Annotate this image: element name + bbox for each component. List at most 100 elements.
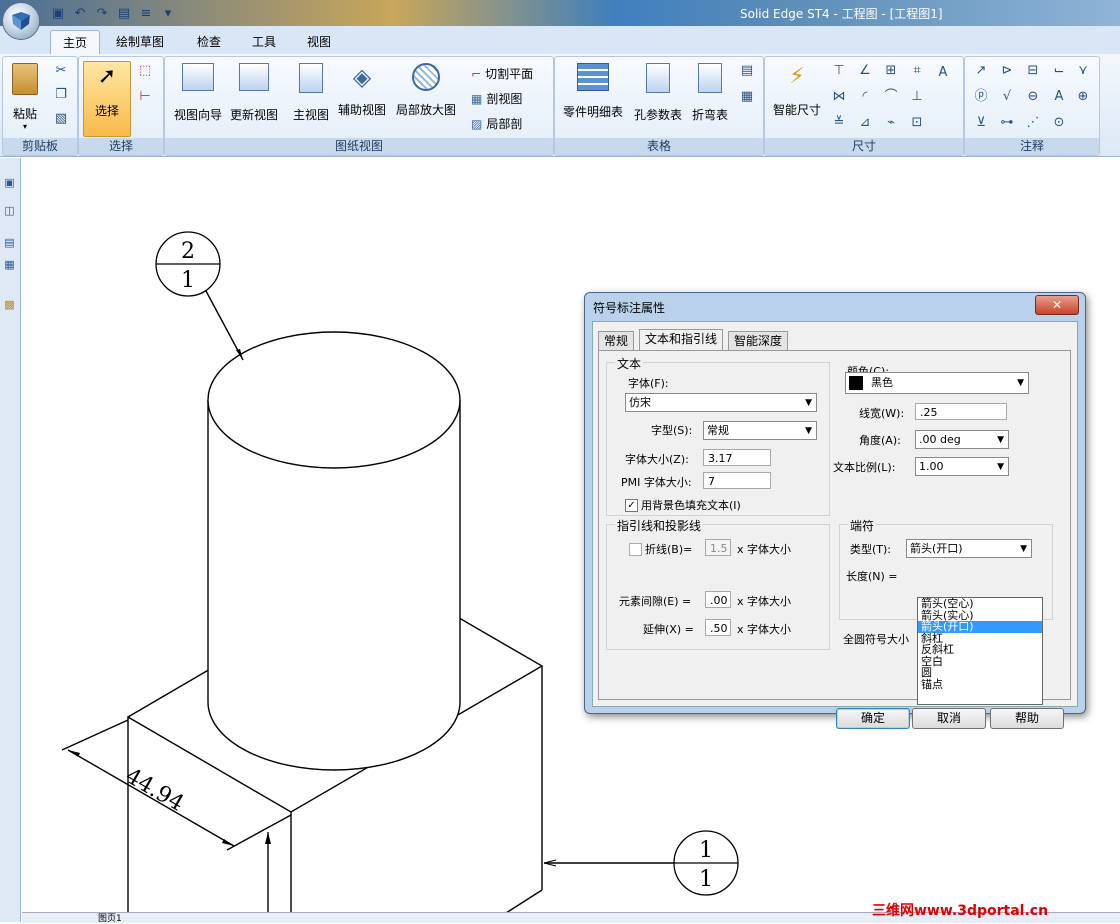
surface-texture-icon[interactable]: √ — [999, 89, 1015, 105]
application-button[interactable] — [2, 2, 40, 40]
select-button[interactable]: ➚ 选择 — [83, 61, 131, 137]
grid-table-icon[interactable]: ▦ — [739, 89, 755, 105]
fill-background-checkbox[interactable]: ✓ — [625, 499, 638, 512]
ok-button[interactable]: 确定 — [836, 708, 910, 729]
tab-view[interactable]: 视图 — [295, 30, 343, 54]
center-mark-icon[interactable]: ⊕ — [1075, 89, 1091, 105]
undo-icon[interactable]: ↶ — [72, 5, 88, 21]
list-icon[interactable]: ≡ — [138, 5, 154, 21]
update-view-button[interactable]: 更新视图 — [225, 63, 283, 123]
tab-home[interactable]: 主页 — [50, 30, 101, 55]
dim-style-icon[interactable]: ⊡ — [909, 115, 925, 131]
coordinate-dim-icon[interactable]: ⊞ — [883, 63, 899, 79]
font-size-input[interactable]: 3.17 — [703, 449, 771, 466]
dropdown-option[interactable]: 锚点 — [918, 679, 1042, 691]
balloon-top[interactable]: 2 1 — [155, 231, 221, 297]
tab-general[interactable]: 常规 — [598, 331, 635, 350]
main-view-button[interactable]: 主视图 — [289, 63, 333, 123]
dropdown-option[interactable]: 空白 — [918, 656, 1042, 668]
balloon-icon[interactable]: ⓟ — [973, 89, 989, 105]
tab-sketch[interactable]: 绘制草图 — [104, 30, 176, 54]
sheet-tab[interactable]: 图页1 — [98, 911, 122, 924]
break-unit: x 字体大小 — [737, 543, 792, 556]
dropdown-option-selected[interactable]: 箭头(开口) — [918, 621, 1042, 633]
chain-dim-icon[interactable]: ⊿ — [857, 115, 873, 131]
cut-icon[interactable]: ✂ — [53, 63, 69, 79]
edge-condition-icon[interactable]: ⌙ — [1051, 63, 1067, 79]
cutting-plane-button[interactable]: ⌐ 切割平面 — [471, 65, 533, 82]
angle-dim-icon[interactable]: ∠ — [857, 63, 873, 79]
gap-input[interactable]: .00 — [705, 591, 731, 608]
smart-dimension-button[interactable]: ⚡ 智能尺寸 — [769, 63, 825, 118]
layers-icon[interactable]: ◫ — [2, 204, 17, 219]
partial-section-button[interactable]: ▨ 局部剖 — [471, 115, 522, 132]
balloon-right[interactable]: 1 1 — [673, 830, 739, 896]
folder-icon[interactable]: ▤ — [116, 5, 132, 21]
extend-input[interactable]: .50 — [705, 619, 731, 636]
library-icon[interactable]: ▣ — [2, 176, 17, 191]
linewidth-input[interactable]: .25 — [915, 403, 1007, 420]
tab-smart-depth[interactable]: 智能深度 — [728, 331, 789, 350]
ordinate-dim-icon[interactable]: ⊥ — [909, 89, 925, 105]
retrieve-dim-icon[interactable]: ⌁ — [883, 115, 899, 131]
font-select[interactable]: 仿宋 ▼ — [625, 393, 817, 412]
text-scale-select[interactable]: 1.00 ▼ — [915, 457, 1009, 476]
datum-target-icon[interactable]: ⊻ — [973, 115, 989, 131]
bend-table-label: 折弯表 — [691, 108, 728, 122]
distance-dim-icon[interactable]: ⊤ — [831, 63, 847, 79]
color-select[interactable]: 黑色 ▼ — [845, 372, 1029, 394]
dropdown-option[interactable]: 圆 — [918, 667, 1042, 679]
datum-icon[interactable]: ⊖ — [1025, 89, 1041, 105]
terminator-type-select[interactable]: 箭头(开口) ▼ — [906, 539, 1032, 558]
pmi-size-input[interactable]: 7 — [703, 472, 771, 489]
tab-inspect[interactable]: 检查 — [185, 30, 233, 54]
bend-table-button[interactable]: 折弯表 — [687, 63, 733, 123]
close-button[interactable]: ✕ — [1035, 295, 1079, 315]
aux-view-button[interactable]: ◈ 辅助视图 — [335, 63, 389, 118]
redo-icon[interactable]: ↷ — [94, 5, 110, 21]
text-box-icon[interactable]: A — [1051, 89, 1067, 105]
hole-table-button[interactable]: 孔参数表 — [629, 63, 687, 123]
bolt-hole-icon[interactable]: ⊶ — [999, 115, 1015, 131]
view-wizard-button[interactable]: 视图向导 — [169, 63, 227, 123]
radius-dim-icon[interactable]: ◜ — [857, 89, 873, 105]
dropdown-option[interactable]: 箭头(空心) — [918, 598, 1042, 610]
leader-icon[interactable]: ↗ — [973, 63, 989, 79]
quick-pick-icon[interactable]: ⬚ — [137, 63, 153, 79]
feature-control-icon[interactable]: ⊳ — [999, 63, 1015, 79]
help-button[interactable]: 帮助 — [990, 708, 1064, 729]
arc-dim-icon[interactable]: ⌒ — [883, 89, 899, 105]
dim-text-icon[interactable]: A — [935, 65, 951, 81]
dropdown-option[interactable]: 反斜杠 — [918, 644, 1042, 656]
cylinder-top-ellipse[interactable] — [207, 331, 461, 469]
paste-button[interactable]: 粘贴 ▾ — [7, 63, 43, 131]
section-view-button[interactable]: ▦ 剖视图 — [471, 90, 522, 107]
format-painter-icon[interactable]: ▧ — [53, 111, 69, 127]
center-line-icon[interactable]: ⊙ — [1051, 115, 1067, 131]
tab-tools[interactable]: 工具 — [240, 30, 288, 54]
break-input[interactable]: 1.5 — [705, 539, 731, 556]
grid-icon[interactable]: ▦ — [2, 258, 17, 273]
ribbon-tabs: 主页 绘制草图 检查 工具 视图 — [0, 26, 1120, 55]
angle-select[interactable]: .00 deg ▼ — [915, 430, 1009, 449]
chamfer-dim-icon[interactable]: ⌗ — [909, 63, 925, 79]
callout-icon[interactable]: ⊟ — [1025, 63, 1041, 79]
connector-icon[interactable]: ⋰ — [1025, 115, 1041, 131]
properties-icon[interactable]: ▩ — [2, 298, 17, 313]
weld-symbol-icon[interactable]: ⋎ — [1075, 63, 1091, 79]
break-checkbox[interactable] — [629, 543, 642, 556]
detail-view-button[interactable]: 局部放大图 — [393, 63, 459, 118]
table-options-icon[interactable]: ▤ — [739, 63, 755, 79]
symmetric-dim-icon[interactable]: ⋈ — [831, 89, 847, 105]
stack-dim-icon[interactable]: ≚ — [831, 115, 847, 131]
copy-icon[interactable]: ❐ — [53, 87, 69, 103]
cancel-button[interactable]: 取消 — [912, 708, 986, 729]
save-icon[interactable]: ▣ — [50, 5, 66, 21]
parts-list-button[interactable]: 零件明细表 — [559, 63, 627, 120]
select-filter-icon[interactable]: ⊢ — [137, 89, 153, 105]
sheet-views-icon[interactable]: ▤ — [2, 236, 17, 251]
tab-text-leader[interactable]: 文本和指引线 — [639, 329, 724, 351]
style-select[interactable]: 常规 ▼ — [703, 421, 817, 440]
dimension-value[interactable]: 44.94 — [121, 764, 188, 817]
customize-icon[interactable]: ▾ — [160, 5, 176, 21]
